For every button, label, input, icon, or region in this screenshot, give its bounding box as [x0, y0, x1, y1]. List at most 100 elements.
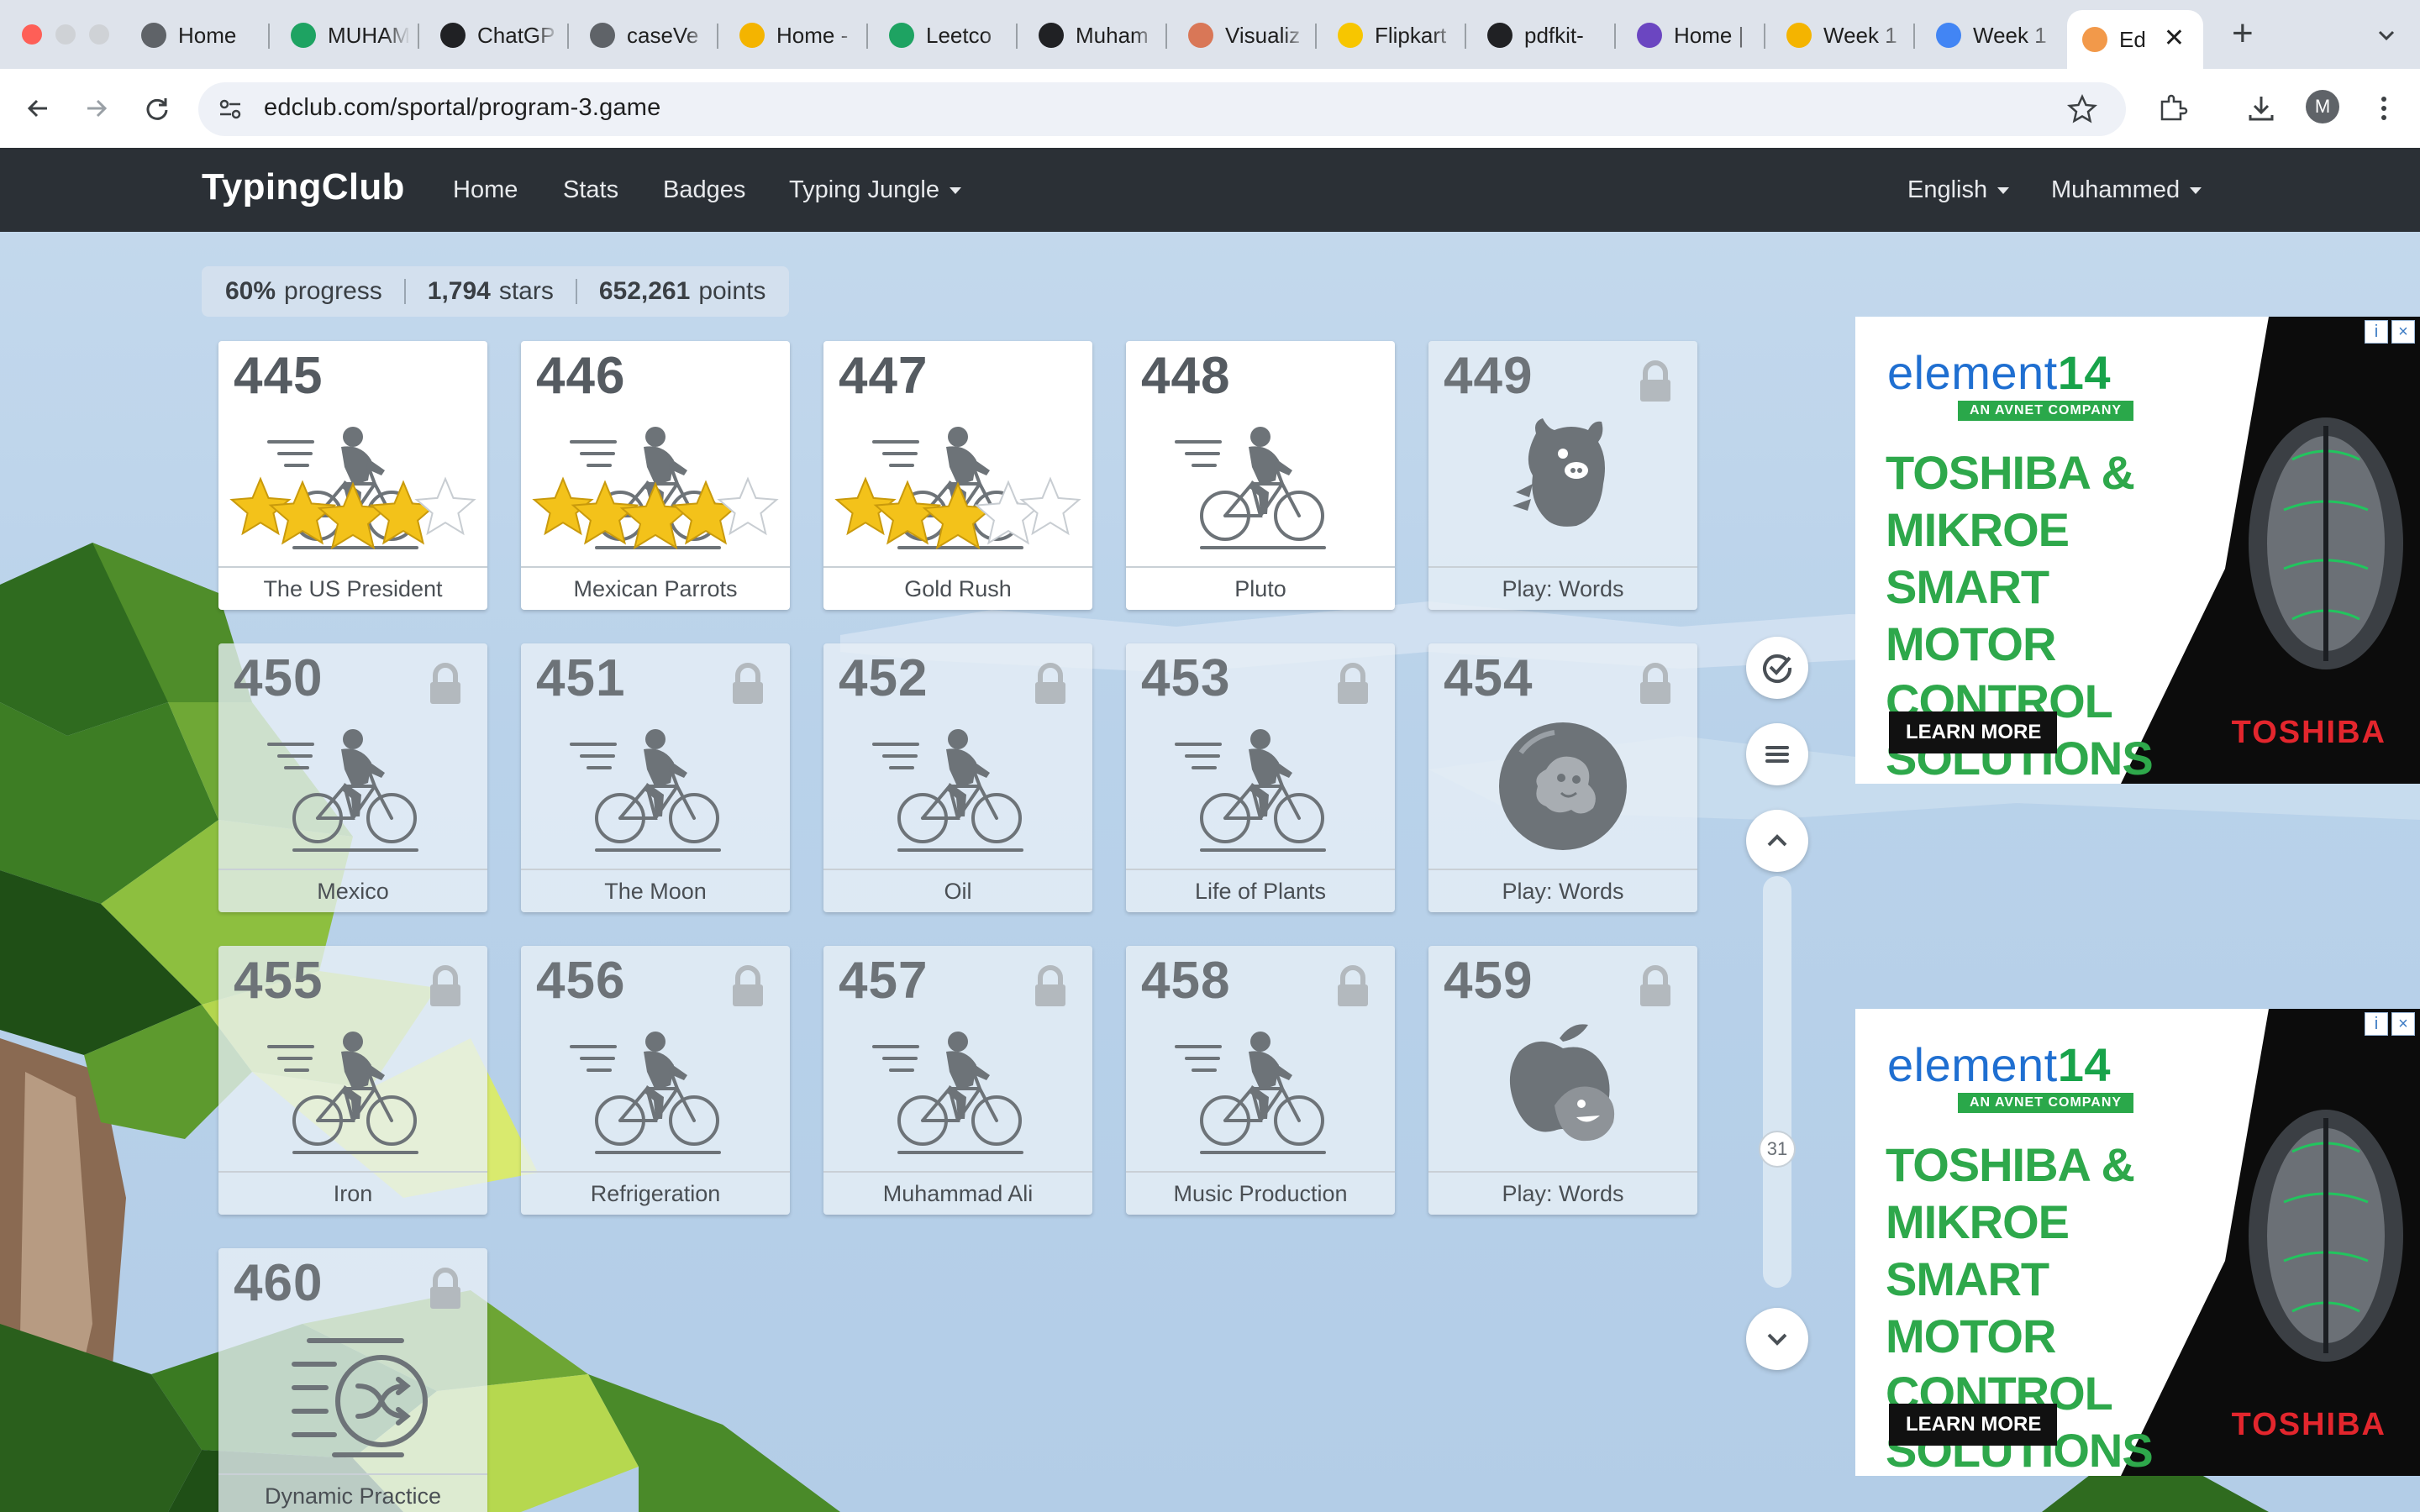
lesson-card-451[interactable]: 451 The Moon — [521, 643, 790, 912]
lesson-title: Dynamic Practice — [218, 1473, 487, 1512]
forward-button[interactable] — [76, 87, 118, 129]
chevron-down-icon — [1767, 1333, 1787, 1346]
lesson-card-460[interactable]: 460 Dynamic Practice — [218, 1248, 487, 1512]
lesson-card-448[interactable]: 448 Pluto — [1126, 341, 1395, 610]
browser-tab[interactable]: Home - — [724, 12, 859, 59]
lesson-card-450[interactable]: 450 Mexico — [218, 643, 487, 912]
hamburger-icon — [1765, 746, 1789, 763]
lesson-card-458[interactable]: 458 Music Production — [1126, 946, 1395, 1215]
ad-choices[interactable]: i × — [2365, 320, 2415, 344]
cyclist-icon — [521, 1005, 790, 1173]
lesson-card-456[interactable]: 456 Refrigeration — [521, 946, 790, 1215]
lesson-card-455[interactable]: 455 Iron — [218, 946, 487, 1215]
reload-icon — [146, 98, 168, 120]
tab-title: Visualiz — [1225, 22, 1301, 48]
claude-icon — [1188, 23, 1213, 48]
ad-close-icon[interactable]: × — [2391, 320, 2415, 344]
nav-stats-link[interactable]: Stats — [563, 176, 618, 204]
progress-summary: 60% progress 1,794 stars 652,261 points — [202, 266, 790, 317]
address-bar[interactable]: edclub.com/sportal/program-3.game — [198, 82, 2126, 136]
bookmark-star-icon[interactable] — [2065, 92, 2099, 126]
drive-icon — [739, 23, 765, 48]
nav-badges-link[interactable]: Badges — [663, 176, 745, 204]
lesson-card-459[interactable]: 459 Play: Words — [1428, 946, 1697, 1215]
nav-typing-jungle-dropdown[interactable]: Typing Jungle — [789, 176, 961, 204]
ad-close-icon[interactable]: × — [2391, 1012, 2415, 1036]
browser-tab[interactable]: Visualiz — [1173, 12, 1307, 59]
browser-tab[interactable]: pdfkit- — [1472, 12, 1607, 59]
lesson-card-449[interactable]: 449 Play: Words — [1428, 341, 1697, 610]
tab-separator — [268, 24, 270, 49]
browser-tab[interactable]: Flipkart — [1323, 12, 1457, 59]
browser-tab[interactable]: ChatGP — [425, 12, 560, 59]
learn-more-button[interactable]: LEARN MORE — [1889, 1404, 2057, 1446]
lesson-title: Life of Plants — [1126, 869, 1395, 912]
browser-menu-button[interactable] — [2363, 87, 2405, 129]
browser-tab[interactable]: caseVe — [575, 12, 709, 59]
tab-search-icon[interactable] — [2371, 20, 2402, 50]
list-view-button[interactable] — [1746, 723, 1808, 785]
stars-value: 1,794 — [427, 277, 491, 305]
lesson-number: 449 — [1444, 347, 1534, 405]
close-window-button[interactable] — [22, 24, 42, 45]
ad-info-icon[interactable]: i — [2365, 320, 2388, 344]
browser-tab[interactable]: MUHAM — [276, 12, 410, 59]
browser-tab[interactable]: Week 1 — [1921, 12, 2055, 59]
maximize-window-button[interactable] — [89, 24, 109, 45]
browser-tab[interactable]: Leetco — [874, 12, 1008, 59]
minimize-window-button[interactable] — [55, 24, 76, 45]
lesson-card-457[interactable]: 457 Muhammad Ali — [823, 946, 1092, 1215]
scroll-up-button[interactable] — [1746, 810, 1808, 872]
back-button[interactable] — [17, 87, 59, 129]
points-label: points — [698, 277, 766, 305]
tab-title: Week 1 — [1823, 22, 1897, 48]
nav-home-link[interactable]: Home — [453, 176, 518, 204]
bubble-game-icon — [1428, 702, 1697, 870]
browser-tab[interactable]: Muham — [1023, 12, 1158, 59]
close-tab-icon[interactable]: ✕ — [2164, 24, 2185, 53]
lesson-card-447[interactable]: 447 Gold Rush — [823, 341, 1092, 610]
site-logo[interactable]: TypingClub — [202, 166, 405, 208]
scroll-position-badge[interactable]: 31 — [1759, 1131, 1796, 1168]
advertisement-banner[interactable]: element14 AN AVNET COMPANY TOSHIBA & MIKRO… — [1855, 317, 2420, 784]
lesson-number: 460 — [234, 1254, 324, 1312]
scroll-down-button[interactable] — [1746, 1308, 1808, 1370]
language-dropdown[interactable]: English — [1907, 176, 2010, 204]
advertisement-banner[interactable]: element14 AN AVNET COMPANY TOSHIBA & MIKRO… — [1855, 1009, 2420, 1476]
caret-down-icon — [949, 187, 961, 195]
lesson-scrollbar[interactable] — [1763, 876, 1791, 1288]
reload-button[interactable] — [136, 87, 178, 129]
lesson-card-452[interactable]: 452 Oil — [823, 643, 1092, 912]
user-menu-dropdown[interactable]: Muhammed — [2051, 176, 2202, 204]
lesson-card-453[interactable]: 453 Life of Plants — [1126, 643, 1395, 912]
learn-more-button[interactable]: LEARN MORE — [1889, 711, 2057, 753]
lesson-title: Iron — [218, 1171, 487, 1215]
extensions-button[interactable] — [2151, 87, 2193, 129]
ad-choices[interactable]: i × — [2365, 1012, 2415, 1036]
tab-separator — [567, 24, 569, 49]
edclub-icon — [2082, 27, 2107, 52]
progress-label: progress — [284, 277, 382, 305]
star-rating-icon — [823, 417, 1092, 585]
download-icon — [2249, 97, 2274, 121]
lesson-card-454[interactable]: 454 Play: Words — [1428, 643, 1697, 912]
cyclist-icon — [1126, 702, 1395, 870]
profile-avatar[interactable]: M — [2306, 90, 2339, 123]
ad-info-icon[interactable]: i — [2365, 1012, 2388, 1036]
lesson-card-445[interactable]: 445 The US President — [218, 341, 487, 610]
new-tab-button[interactable]: + — [2232, 15, 2254, 52]
browser-tab[interactable]: Home — [126, 12, 260, 59]
downloads-button[interactable] — [2240, 87, 2282, 129]
typing-jungle-label: Typing Jungle — [789, 176, 939, 203]
hackmd-icon — [1637, 23, 1662, 48]
cyclist-icon — [1126, 1005, 1395, 1173]
caret-down-icon — [2190, 187, 2202, 195]
browser-tab[interactable]: Week 1 — [1771, 12, 1906, 59]
browser-tab[interactable]: Home | — [1622, 12, 1756, 59]
completed-filter-button[interactable] — [1746, 637, 1808, 699]
lesson-number: 458 — [1141, 952, 1231, 1010]
site-info-icon[interactable] — [217, 96, 244, 123]
element14-logo: element14 — [1887, 345, 2111, 400]
browser-tab[interactable]: Ed ✕ — [2067, 10, 2203, 69]
lesson-card-446[interactable]: 446 Mexican Parrots — [521, 341, 790, 610]
